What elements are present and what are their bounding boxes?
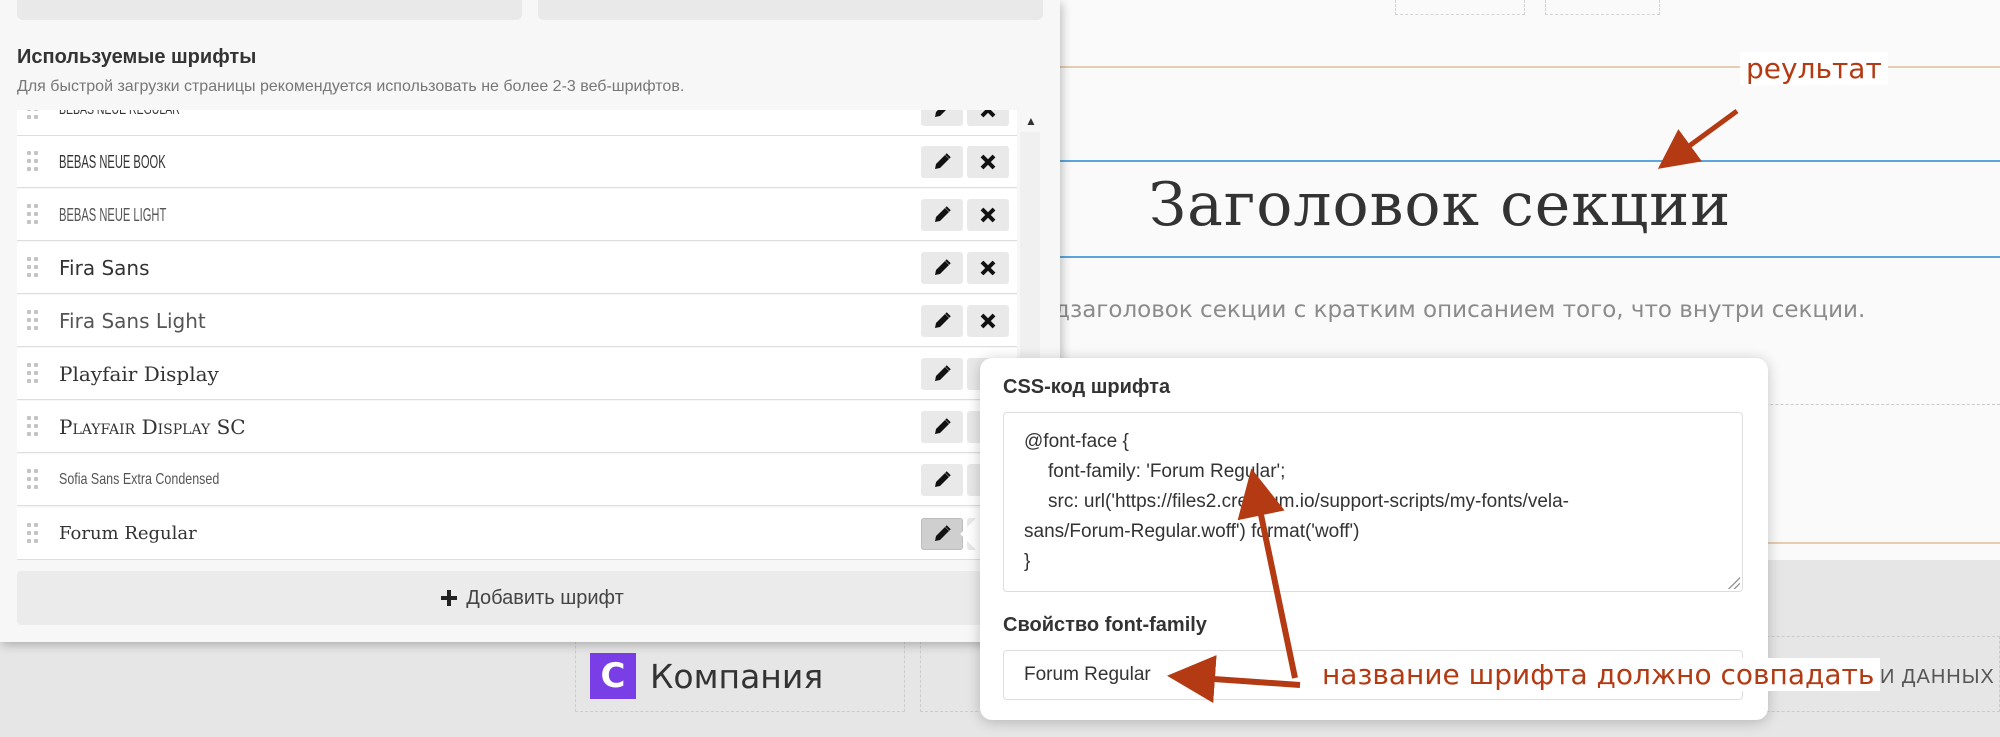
edit-font-button[interactable] bbox=[921, 199, 963, 231]
edit-font-button[interactable] bbox=[921, 358, 963, 390]
font-name: Playfair Display bbox=[59, 362, 219, 386]
pencil-icon bbox=[935, 153, 951, 169]
pencil-icon bbox=[935, 259, 951, 275]
edit-font-button[interactable] bbox=[921, 305, 963, 337]
font-name: Playfair Display SC bbox=[59, 415, 246, 439]
font-name: BEBAS NEUE LIGHT bbox=[59, 205, 167, 225]
pencil-icon bbox=[935, 471, 951, 487]
font-row: BEBAS NEUE BOOK bbox=[17, 136, 1017, 188]
panel-top-field[interactable] bbox=[538, 0, 1043, 20]
delete-font-button[interactable] bbox=[967, 199, 1009, 231]
fonts-panel: Используемые шрифты Для быстрой загрузки… bbox=[0, 0, 1060, 642]
font-row: Playfair Display SC bbox=[17, 401, 1017, 453]
edit-font-button[interactable] bbox=[921, 464, 963, 496]
code-line: @font-face { bbox=[1024, 431, 1129, 452]
close-icon bbox=[980, 260, 996, 276]
delete-font-button[interactable] bbox=[967, 252, 1009, 284]
font-row: BEBAS NEUE REGULAR bbox=[17, 110, 1017, 136]
drag-handle-icon[interactable] bbox=[27, 204, 39, 226]
edit-font-button[interactable] bbox=[921, 146, 963, 178]
delete-font-button[interactable] bbox=[967, 305, 1009, 337]
preview-tab bbox=[1545, 0, 1660, 15]
drag-handle-icon[interactable] bbox=[27, 310, 39, 332]
panel-top-field[interactable] bbox=[17, 0, 522, 20]
css-code-textarea[interactable]: @font-face { font-family: 'Forum Regular… bbox=[1003, 412, 1743, 592]
code-line: sans/Forum-Regular.woff') format('woff') bbox=[1024, 521, 1360, 542]
annotation-name-match: название шрифта должно совпадать bbox=[1316, 658, 1881, 691]
drag-handle-icon[interactable] bbox=[27, 151, 39, 173]
panel-title: Используемые шрифты bbox=[17, 46, 257, 68]
title-guide-bottom bbox=[1060, 256, 2000, 258]
font-name: Forum Regular bbox=[59, 523, 197, 544]
drag-handle-icon[interactable] bbox=[27, 523, 39, 545]
font-row: Forum Regular bbox=[17, 508, 1017, 560]
font-list: BEBAS NEUE REGULAR BEBAS NEUE BOOK BEBAS N… bbox=[17, 110, 1017, 572]
code-line: src: url('https://files2.creatium.io/sup… bbox=[1048, 491, 1569, 512]
edit-font-button[interactable] bbox=[921, 411, 963, 443]
plus-icon bbox=[441, 590, 458, 606]
font-row: Fira Sans bbox=[17, 242, 1017, 294]
font-row: Fira Sans Light bbox=[17, 295, 1017, 347]
font-name: Fira Sans bbox=[59, 256, 150, 280]
pencil-icon bbox=[935, 206, 951, 222]
company-name: Компания bbox=[650, 656, 824, 696]
pencil-icon bbox=[935, 525, 951, 541]
font-name: Fira Sans Light bbox=[59, 309, 206, 333]
font-family-label: Свойство font-family bbox=[1003, 614, 1207, 636]
drag-handle-icon[interactable] bbox=[27, 110, 39, 121]
css-code-label: CSS-код шрифта bbox=[1003, 376, 1171, 398]
company-logo-block: C Компания bbox=[590, 653, 823, 699]
pencil-icon bbox=[935, 365, 951, 381]
drag-handle-icon[interactable] bbox=[27, 469, 39, 491]
font-name: BEBAS NEUE BOOK bbox=[59, 152, 166, 172]
code-line: font-family: 'Forum Regular'; bbox=[1048, 461, 1286, 482]
drag-handle-icon[interactable] bbox=[27, 257, 39, 279]
close-icon bbox=[980, 313, 996, 329]
add-font-label: Добавить шрифт bbox=[466, 586, 624, 609]
panel-hint: Для быстрой загрузки страницы рекомендуе… bbox=[17, 78, 685, 95]
delete-font-button[interactable] bbox=[967, 146, 1009, 178]
scroll-up-icon[interactable]: ▲ bbox=[1020, 110, 1042, 132]
close-icon bbox=[980, 154, 996, 170]
close-icon bbox=[980, 207, 996, 223]
font-row: BEBAS NEUE LIGHT bbox=[17, 189, 1017, 241]
drag-handle-icon[interactable] bbox=[27, 363, 39, 385]
title-guide-top bbox=[1060, 160, 2000, 162]
section-title: Заголовок секции bbox=[1148, 170, 1732, 240]
add-font-button[interactable]: Добавить шрифт bbox=[17, 571, 1047, 625]
edit-font-button[interactable] bbox=[921, 252, 963, 284]
preview-tab bbox=[1395, 0, 1525, 15]
font-name: Sofia Sans Extra Condensed bbox=[59, 471, 220, 488]
section-subtitle: одзаголовок секции с кратким описанием т… bbox=[1040, 297, 1866, 323]
pencil-icon bbox=[935, 312, 951, 328]
font-row: Sofia Sans Extra Condensed bbox=[17, 454, 1017, 506]
resize-handle-icon[interactable] bbox=[1728, 577, 1740, 589]
footer-text: И ДАННЫХ bbox=[1880, 666, 1995, 688]
close-icon bbox=[980, 110, 996, 118]
code-line: } bbox=[1024, 551, 1031, 572]
pencil-icon bbox=[935, 110, 946, 117]
annotation-result: реультат bbox=[1740, 52, 1888, 85]
pencil-icon bbox=[935, 418, 951, 434]
drag-handle-icon[interactable] bbox=[27, 416, 39, 438]
font-row: Playfair Display bbox=[17, 348, 1017, 400]
delete-font-button[interactable] bbox=[967, 110, 1009, 126]
edit-font-button[interactable] bbox=[921, 518, 963, 550]
edit-font-button[interactable] bbox=[921, 110, 963, 126]
company-logo-icon: C bbox=[590, 653, 636, 699]
font-name: BEBAS NEUE REGULAR bbox=[59, 110, 180, 136]
